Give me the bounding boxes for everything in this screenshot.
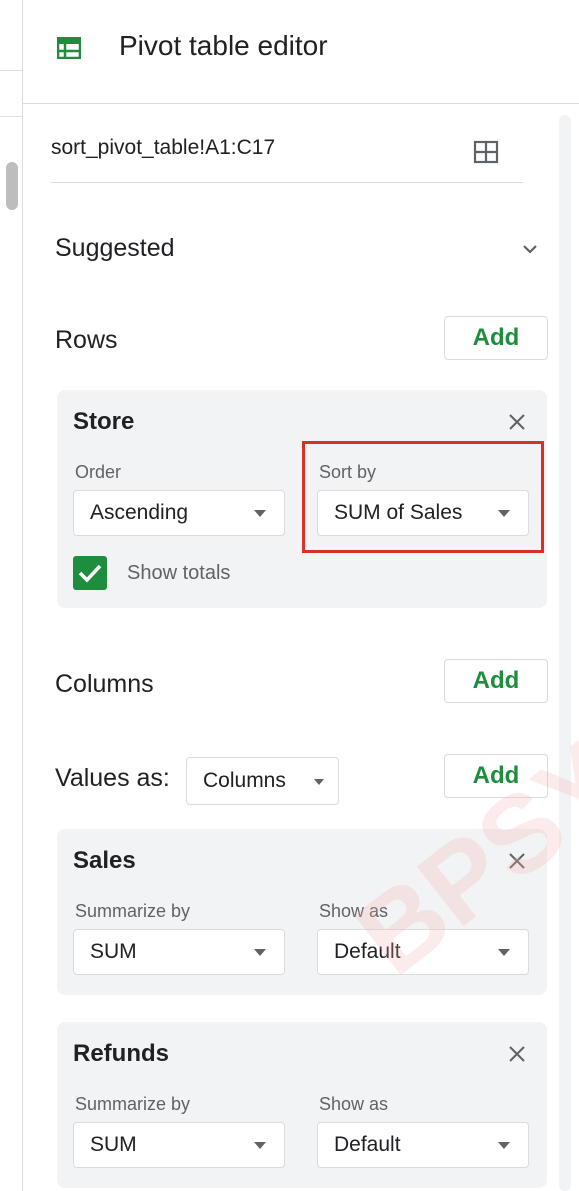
close-icon[interactable] — [507, 412, 527, 432]
add-row-button[interactable]: Add — [444, 316, 548, 360]
range-underline — [51, 182, 523, 183]
suggested-label[interactable]: Suggested — [55, 234, 175, 263]
summarize-by-value: SUM — [90, 1133, 137, 1156]
dropdown-arrow-icon — [254, 510, 266, 517]
summarize-by-label: Summarize by — [75, 901, 191, 921]
value-card-refunds: Refunds Summarize by SUM Show as Default — [57, 1022, 547, 1188]
pivot-editor-panel: Pivot table editor sort_pivot_table!A1:C… — [22, 0, 579, 1191]
sort-by-highlight-box — [302, 441, 544, 553]
card-title: Sales — [73, 847, 136, 874]
card-title: Refunds — [73, 1040, 169, 1067]
values-as-value: Columns — [203, 769, 286, 792]
panel-title: Pivot table editor — [119, 30, 328, 61]
add-column-button[interactable]: Add — [444, 659, 548, 703]
checkmark-icon — [78, 564, 102, 583]
sheet-grid-edge — [0, 0, 22, 1191]
show-as-label: Show as — [319, 1094, 389, 1114]
sheet-scrollbar[interactable] — [6, 162, 18, 210]
pivot-table-icon — [57, 37, 81, 59]
show-as-value: Default — [334, 1133, 401, 1156]
summarize-by-label: Summarize by — [75, 1094, 191, 1114]
show-totals-checkbox[interactable] — [73, 556, 107, 590]
grid-icon[interactable] — [473, 140, 499, 164]
data-range-field[interactable]: sort_pivot_table!A1:C17 — [51, 136, 275, 160]
grid-line — [0, 70, 22, 71]
order-value: Ascending — [90, 501, 189, 524]
close-icon[interactable] — [507, 1044, 527, 1064]
summarize-by-dropdown[interactable]: SUM — [73, 929, 285, 975]
values-as-dropdown[interactable]: Columns — [186, 757, 339, 805]
panel-header: Pivot table editor — [23, 0, 579, 104]
dropdown-arrow-icon — [498, 1142, 510, 1149]
chevron-down-icon[interactable] — [521, 242, 539, 256]
summarize-by-value: SUM — [90, 940, 137, 963]
values-as-label: Values as: — [55, 764, 170, 792]
summarize-by-dropdown[interactable]: SUM — [73, 1122, 285, 1168]
order-dropdown[interactable]: Ascending — [73, 490, 285, 536]
show-totals-label: Show totals — [127, 562, 231, 584]
rows-label: Rows — [55, 326, 118, 354]
show-as-dropdown[interactable]: Default — [317, 1122, 529, 1168]
dropdown-arrow-icon — [314, 779, 324, 785]
panel-scrollbar[interactable] — [559, 115, 571, 1191]
dropdown-arrow-icon — [498, 949, 510, 956]
card-title: Store — [73, 408, 135, 435]
order-label: Order — [75, 462, 122, 482]
grid-line — [0, 116, 22, 117]
columns-label: Columns — [55, 670, 154, 698]
dropdown-arrow-icon — [254, 1142, 266, 1149]
dropdown-arrow-icon — [254, 949, 266, 956]
